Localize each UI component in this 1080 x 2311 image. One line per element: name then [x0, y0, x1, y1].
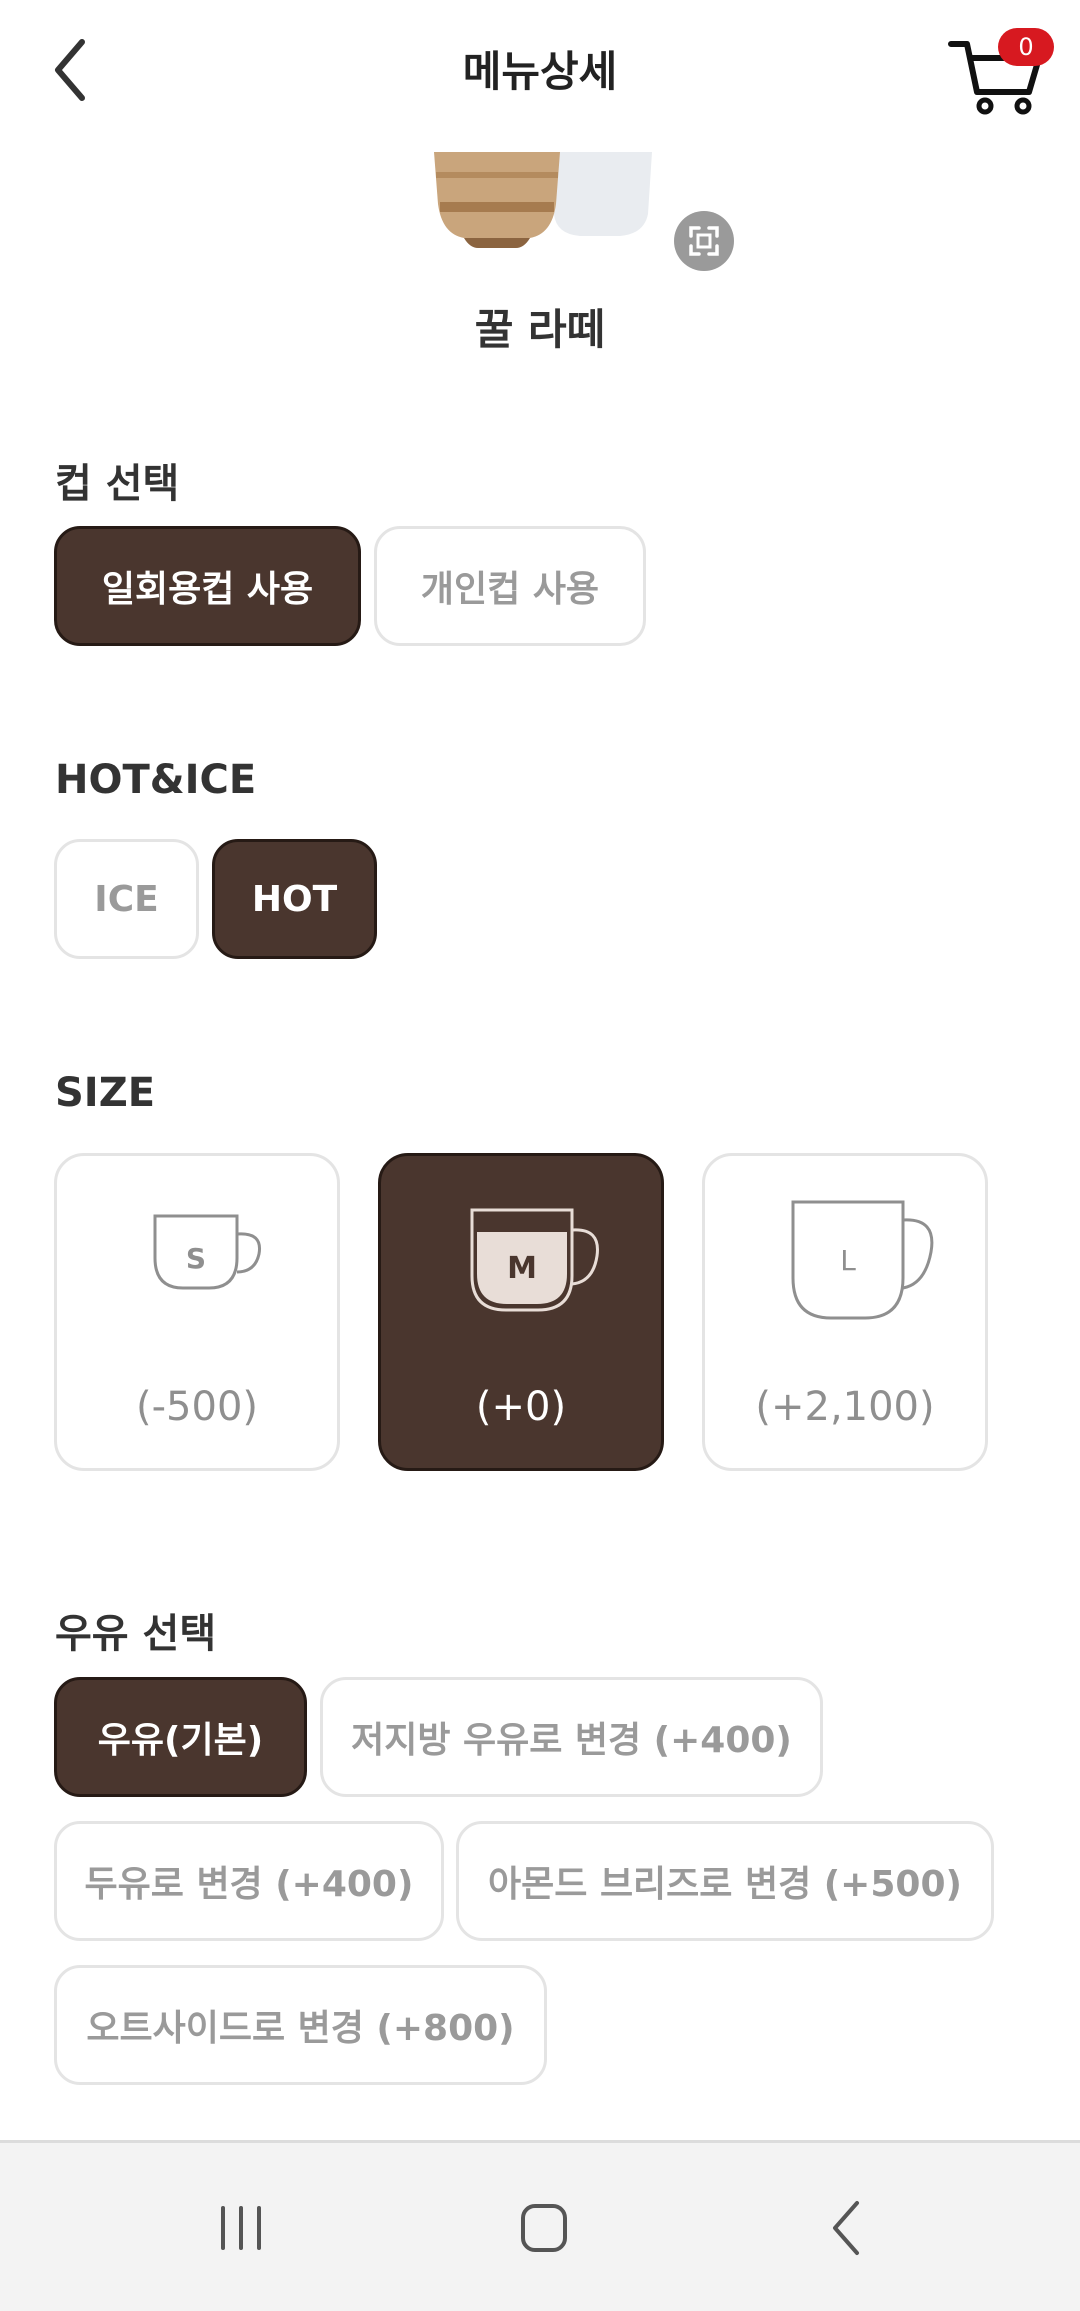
page-title: 메뉴상세: [462, 47, 618, 96]
size-price-large: (+2,100): [755, 1384, 935, 1430]
temp-section-title: HOT&ICE: [55, 757, 257, 803]
size-price-small: (-500): [136, 1384, 258, 1430]
system-back-button[interactable]: [801, 2193, 891, 2263]
milk-section-title: 우유 선택: [55, 1611, 217, 1657]
size-letter-m: M: [507, 1251, 537, 1286]
small-cup-icon: S: [153, 1214, 262, 1290]
size-letter-l: L: [840, 1244, 856, 1277]
zoom-button[interactable]: [674, 211, 734, 271]
temp-option-hot[interactable]: HOT: [212, 839, 377, 959]
recent-apps-icon: [221, 2206, 261, 2250]
size-price-medium: (+0): [475, 1384, 567, 1430]
recent-apps-button[interactable]: [196, 2193, 286, 2263]
app-header: 메뉴상세 0: [0, 0, 1080, 140]
back-icon: [833, 2201, 859, 2255]
temp-option-ice[interactable]: ICE: [54, 839, 199, 959]
milk-option-oat[interactable]: 오트사이드로 변경 (+800): [54, 1965, 547, 2085]
medium-cup-icon: M: [470, 1208, 599, 1312]
milk-option-almond[interactable]: 아몬드 브리즈로 변경 (+500): [456, 1821, 994, 1941]
product-image: [420, 152, 660, 262]
cart-count-badge: 0: [998, 28, 1054, 66]
cup-option-personal[interactable]: 개인컵 사용: [374, 526, 646, 646]
milk-option-soy[interactable]: 두유로 변경 (+400): [54, 1821, 444, 1941]
cup-section-title: 컵 선택: [55, 461, 180, 507]
size-option-small[interactable]: S (-500): [54, 1153, 340, 1471]
home-icon: [521, 2204, 567, 2252]
home-button[interactable]: [499, 2193, 589, 2263]
milk-option-lowfat[interactable]: 저지방 우유로 변경 (+400): [320, 1677, 823, 1797]
system-navigation-bar: [0, 2140, 1080, 2311]
cup-option-disposable[interactable]: 일회용컵 사용: [54, 526, 361, 646]
product-name: 꿀 라떼: [474, 305, 606, 354]
size-section-title: SIZE: [55, 1070, 156, 1116]
size-option-medium[interactable]: M (+0): [378, 1153, 664, 1471]
large-cup-icon: L: [791, 1200, 934, 1320]
size-option-large[interactable]: L (+2,100): [702, 1153, 988, 1471]
expand-icon: [689, 226, 719, 256]
size-letter-s: S: [186, 1242, 206, 1275]
milk-option-regular[interactable]: 우유(기본): [54, 1677, 307, 1797]
